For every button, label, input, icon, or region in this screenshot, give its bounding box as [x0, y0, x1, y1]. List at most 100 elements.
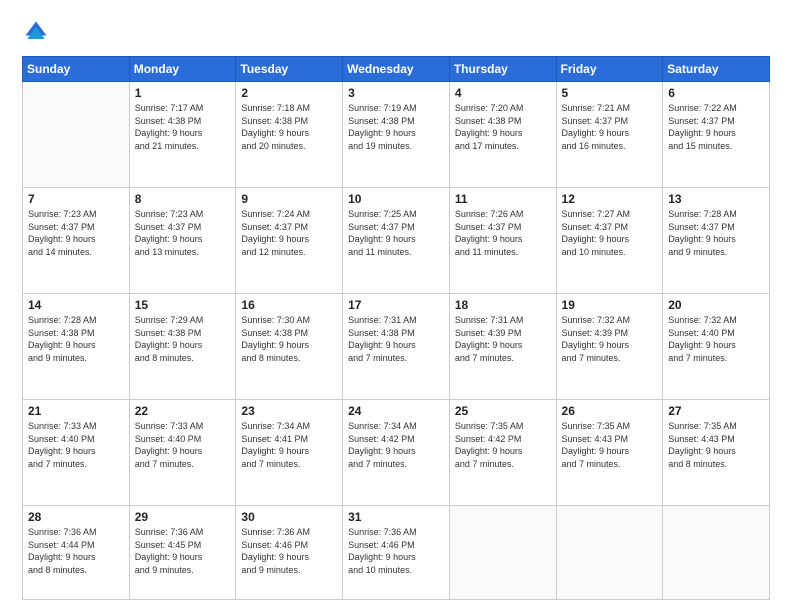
weekday-header: Wednesday: [343, 57, 450, 82]
calendar-cell: 26Sunrise: 7:35 AM Sunset: 4:43 PM Dayli…: [556, 400, 663, 506]
day-info: Sunrise: 7:30 AM Sunset: 4:38 PM Dayligh…: [241, 314, 337, 364]
calendar-cell: 7 Sunrise: 7:23 AM Sunset: 4:37 PM Daylig…: [23, 188, 130, 294]
day-number: 27: [668, 404, 764, 418]
calendar-cell: 8Sunrise: 7:23 AM Sunset: 4:37 PM Daylig…: [129, 188, 236, 294]
day-info: Sunrise: 7:17 AM Sunset: 4:38 PM Dayligh…: [135, 102, 231, 152]
calendar-cell: 29Sunrise: 7:36 AM Sunset: 4:45 PM Dayli…: [129, 506, 236, 600]
calendar-cell: 16 Sunrise: 7:30 AM Sunset: 4:38 PM Dayli…: [236, 294, 343, 400]
calendar-cell: 13Sunrise: 7:28 AM Sunset: 4:37 PM Dayli…: [663, 188, 770, 294]
day-number: 24: [348, 404, 444, 418]
logo: [22, 18, 54, 46]
calendar-cell: 14 Sunrise: 7:28 AM Sunset: 4:38 PM Dayli…: [23, 294, 130, 400]
calendar-week-row: 1Sunrise: 7:17 AM Sunset: 4:38 PM Daylig…: [23, 82, 770, 188]
calendar-cell: 3 Sunrise: 7:19 AM Sunset: 4:38 PM Daylig…: [343, 82, 450, 188]
header: [22, 18, 770, 46]
calendar-cell: [556, 506, 663, 600]
calendar-cell: 25Sunrise: 7:35 AM Sunset: 4:42 PM Dayli…: [449, 400, 556, 506]
calendar-cell: 23Sunrise: 7:34 AM Sunset: 4:41 PM Dayli…: [236, 400, 343, 506]
day-info: Sunrise: 7:36 AM Sunset: 4:46 PM Dayligh…: [348, 526, 444, 576]
day-number: 22: [135, 404, 231, 418]
day-number: 11: [455, 192, 551, 206]
calendar-cell: 22 Sunrise: 7:33 AM Sunset: 4:40 PM Dayli…: [129, 400, 236, 506]
day-info: Sunrise: 7:23 AM Sunset: 4:37 PM Dayligh…: [28, 208, 124, 258]
day-number: 6: [668, 86, 764, 100]
day-info: Sunrise: 7:19 AM Sunset: 4:38 PM Dayligh…: [348, 102, 444, 152]
day-number: 14: [28, 298, 124, 312]
calendar-cell: 11 Sunrise: 7:26 AM Sunset: 4:37 PM Dayli…: [449, 188, 556, 294]
day-info: Sunrise: 7:36 AM Sunset: 4:45 PM Dayligh…: [135, 526, 231, 576]
day-number: 2: [241, 86, 337, 100]
day-info: Sunrise: 7:25 AM Sunset: 4:37 PM Dayligh…: [348, 208, 444, 258]
calendar-cell: 4Sunrise: 7:20 AM Sunset: 4:38 PM Daylig…: [449, 82, 556, 188]
calendar-cell: 17 Sunrise: 7:31 AM Sunset: 4:38 PM Dayli…: [343, 294, 450, 400]
calendar-cell: 20 Sunrise: 7:32 AM Sunset: 4:40 PM Dayli…: [663, 294, 770, 400]
day-info: Sunrise: 7:32 AM Sunset: 4:40 PM Dayligh…: [668, 314, 764, 364]
weekday-header: Saturday: [663, 57, 770, 82]
weekday-header: Sunday: [23, 57, 130, 82]
calendar-cell: 21Sunrise: 7:33 AM Sunset: 4:40 PM Dayli…: [23, 400, 130, 506]
day-info: Sunrise: 7:31 AM Sunset: 4:38 PM Dayligh…: [348, 314, 444, 364]
day-info: Sunrise: 7:32 AM Sunset: 4:39 PM Dayligh…: [562, 314, 658, 364]
calendar-cell: 6 Sunrise: 7:22 AM Sunset: 4:37 PM Daylig…: [663, 82, 770, 188]
day-number: 15: [135, 298, 231, 312]
calendar-week-row: 14 Sunrise: 7:28 AM Sunset: 4:38 PM Dayli…: [23, 294, 770, 400]
calendar-header-row: SundayMondayTuesdayWednesdayThursdayFrid…: [23, 57, 770, 82]
day-number: 20: [668, 298, 764, 312]
day-number: 7: [28, 192, 124, 206]
day-info: Sunrise: 7:24 AM Sunset: 4:37 PM Dayligh…: [241, 208, 337, 258]
calendar-week-row: 28 Sunrise: 7:36 AM Sunset: 4:44 PM Dayli…: [23, 506, 770, 600]
weekday-header: Thursday: [449, 57, 556, 82]
day-number: 5: [562, 86, 658, 100]
day-number: 18: [455, 298, 551, 312]
calendar-cell: 19 Sunrise: 7:32 AM Sunset: 4:39 PM Dayli…: [556, 294, 663, 400]
calendar-cell: 10Sunrise: 7:25 AM Sunset: 4:37 PM Dayli…: [343, 188, 450, 294]
day-info: Sunrise: 7:18 AM Sunset: 4:38 PM Dayligh…: [241, 102, 337, 152]
day-info: Sunrise: 7:27 AM Sunset: 4:37 PM Dayligh…: [562, 208, 658, 258]
day-info: Sunrise: 7:20 AM Sunset: 4:38 PM Dayligh…: [455, 102, 551, 152]
day-info: Sunrise: 7:21 AM Sunset: 4:37 PM Dayligh…: [562, 102, 658, 152]
calendar-cell: 1Sunrise: 7:17 AM Sunset: 4:38 PM Daylig…: [129, 82, 236, 188]
day-number: 19: [562, 298, 658, 312]
calendar-cell: 24 Sunrise: 7:34 AM Sunset: 4:42 PM Dayli…: [343, 400, 450, 506]
calendar-cell: 18 Sunrise: 7:31 AM Sunset: 4:39 PM Dayli…: [449, 294, 556, 400]
calendar-cell: 15 Sunrise: 7:29 AM Sunset: 4:38 PM Dayli…: [129, 294, 236, 400]
day-number: 9: [241, 192, 337, 206]
calendar: SundayMondayTuesdayWednesdayThursdayFrid…: [22, 56, 770, 600]
day-info: Sunrise: 7:34 AM Sunset: 4:42 PM Dayligh…: [348, 420, 444, 470]
calendar-cell: [449, 506, 556, 600]
day-number: 31: [348, 510, 444, 524]
day-number: 16: [241, 298, 337, 312]
day-number: 28: [28, 510, 124, 524]
day-info: Sunrise: 7:36 AM Sunset: 4:46 PM Dayligh…: [241, 526, 337, 576]
day-info: Sunrise: 7:28 AM Sunset: 4:38 PM Dayligh…: [28, 314, 124, 364]
day-info: Sunrise: 7:29 AM Sunset: 4:38 PM Dayligh…: [135, 314, 231, 364]
day-number: 17: [348, 298, 444, 312]
day-number: 21: [28, 404, 124, 418]
weekday-header: Friday: [556, 57, 663, 82]
day-info: Sunrise: 7:28 AM Sunset: 4:37 PM Dayligh…: [668, 208, 764, 258]
calendar-cell: 5 Sunrise: 7:21 AM Sunset: 4:37 PM Daylig…: [556, 82, 663, 188]
weekday-header: Tuesday: [236, 57, 343, 82]
day-info: Sunrise: 7:36 AM Sunset: 4:44 PM Dayligh…: [28, 526, 124, 576]
page: SundayMondayTuesdayWednesdayThursdayFrid…: [0, 0, 792, 612]
calendar-cell: 12 Sunrise: 7:27 AM Sunset: 4:37 PM Dayli…: [556, 188, 663, 294]
calendar-cell: [663, 506, 770, 600]
day-info: Sunrise: 7:26 AM Sunset: 4:37 PM Dayligh…: [455, 208, 551, 258]
calendar-cell: 28 Sunrise: 7:36 AM Sunset: 4:44 PM Dayli…: [23, 506, 130, 600]
calendar-week-row: 21 Sunrise: 7:33 AM Sunset: 4:40 PM Dayli…: [23, 400, 770, 506]
day-info: Sunrise: 7:31 AM Sunset: 4:39 PM Dayligh…: [455, 314, 551, 364]
day-number: 30: [241, 510, 337, 524]
day-info: Sunrise: 7:35 AM Sunset: 4:43 PM Dayligh…: [668, 420, 764, 470]
calendar-cell: 30 Sunrise: 7:36 AM Sunset: 4:46 PM Dayli…: [236, 506, 343, 600]
day-info: Sunrise: 7:34 AM Sunset: 4:41 PM Dayligh…: [241, 420, 337, 470]
calendar-cell: [23, 82, 130, 188]
calendar-cell: 31 Sunrise: 7:36 AM Sunset: 4:46 PM Dayli…: [343, 506, 450, 600]
day-number: 3: [348, 86, 444, 100]
day-info: Sunrise: 7:22 AM Sunset: 4:37 PM Dayligh…: [668, 102, 764, 152]
calendar-cell: 9 Sunrise: 7:24 AM Sunset: 4:37 PM Daylig…: [236, 188, 343, 294]
day-info: Sunrise: 7:33 AM Sunset: 4:40 PM Dayligh…: [135, 420, 231, 470]
logo-icon: [22, 18, 50, 46]
day-number: 12: [562, 192, 658, 206]
calendar-week-row: 7 Sunrise: 7:23 AM Sunset: 4:37 PM Daylig…: [23, 188, 770, 294]
day-info: Sunrise: 7:35 AM Sunset: 4:43 PM Dayligh…: [562, 420, 658, 470]
